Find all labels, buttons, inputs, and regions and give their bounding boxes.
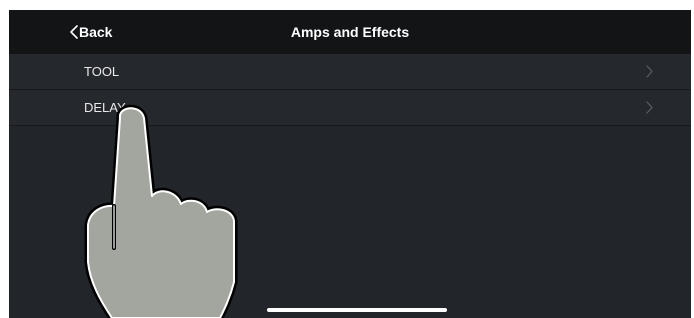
home-indicator[interactable] — [267, 308, 447, 312]
list-item-label: TOOL — [84, 64, 120, 79]
navigation-bar: Back Amps and Effects — [9, 10, 691, 54]
chevron-right-icon — [646, 65, 653, 78]
chevron-right-icon — [646, 101, 653, 114]
app-screen: Back Amps and Effects TOOL DELAY — [9, 10, 691, 318]
list-item-tool[interactable]: TOOL — [9, 54, 691, 90]
list-item-delay[interactable]: DELAY — [9, 90, 691, 126]
page-title: Amps and Effects — [290, 24, 410, 40]
list-item-label: DELAY — [84, 100, 126, 115]
effects-list: TOOL DELAY — [9, 54, 691, 126]
